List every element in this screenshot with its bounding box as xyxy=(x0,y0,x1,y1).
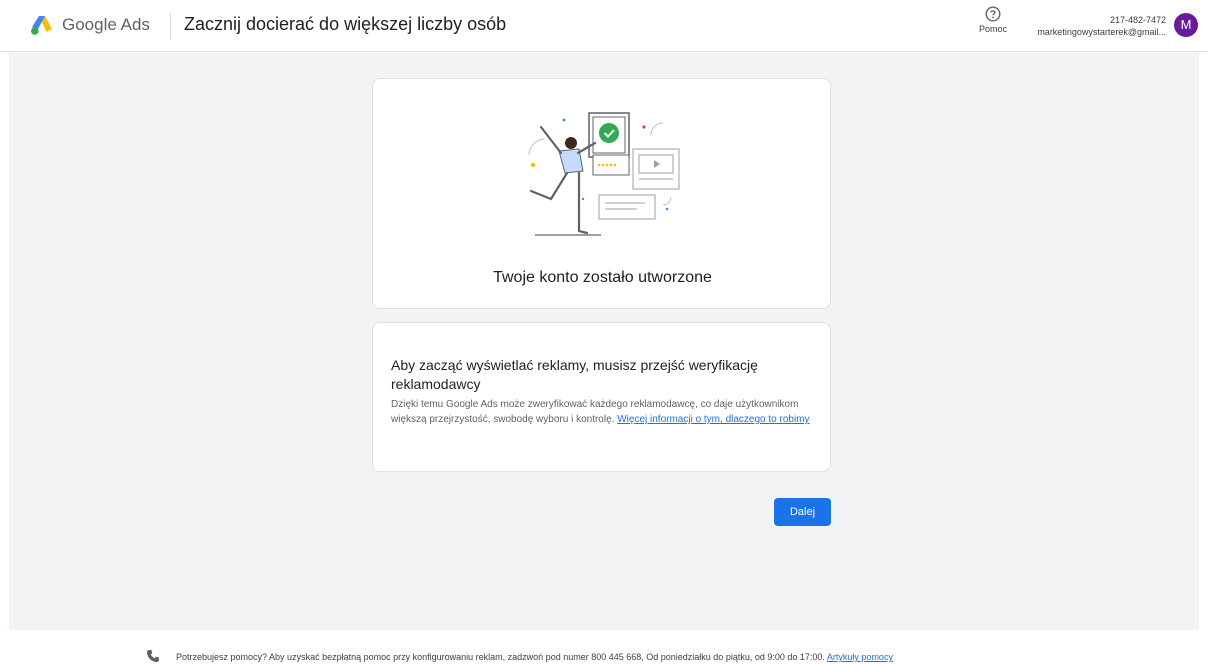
verification-body: Dzięki temu Google Ads może zweryfikować… xyxy=(391,397,811,427)
account-created-title: Twoje konto zostało utworzone xyxy=(493,269,712,286)
next-button[interactable]: Dalej xyxy=(774,498,831,526)
top-bar: Google Ads Zacznij docierać do większej … xyxy=(0,0,1208,52)
phone-icon xyxy=(147,650,159,662)
page-title: Zacznij docierać do większej liczby osób xyxy=(184,14,507,34)
header-divider xyxy=(170,12,171,40)
account-info[interactable]: 217-482-7472 marketingowystarterek@gmail… xyxy=(966,14,1166,38)
verification-title: Aby zacząć wyświetlać reklamy, musisz pr… xyxy=(391,357,758,392)
account-email: marketingowystarterek@gmail... xyxy=(1037,27,1166,37)
google-ads-logo[interactable] xyxy=(30,14,54,36)
verification-card: Aby zacząć wyświetlać reklamy, musisz pr… xyxy=(372,322,831,472)
brand-name: Google Ads xyxy=(62,15,150,35)
celebration-illustration xyxy=(528,112,680,236)
help-footer: Potrzebujesz pomocy? Aby uzyskać bezpłat… xyxy=(0,630,1208,664)
account-id: 217-482-7472 xyxy=(1109,15,1166,25)
help-articles-link[interactable]: Artykuły pomocy xyxy=(827,652,893,662)
footer-help-text: Potrzebujesz pomocy? Aby uzyskać bezpłat… xyxy=(176,652,893,662)
avatar[interactable]: M xyxy=(1174,13,1198,37)
brand-ads: Ads xyxy=(120,15,150,34)
account-created-card: Twoje konto zostało utworzone xyxy=(372,78,831,309)
brand-google: Google xyxy=(62,15,117,34)
footer-text: Potrzebujesz pomocy? Aby uzyskać bezpłat… xyxy=(176,652,825,662)
learn-more-link[interactable]: Więcej informacji o tym, dlaczego to rob… xyxy=(617,414,809,425)
